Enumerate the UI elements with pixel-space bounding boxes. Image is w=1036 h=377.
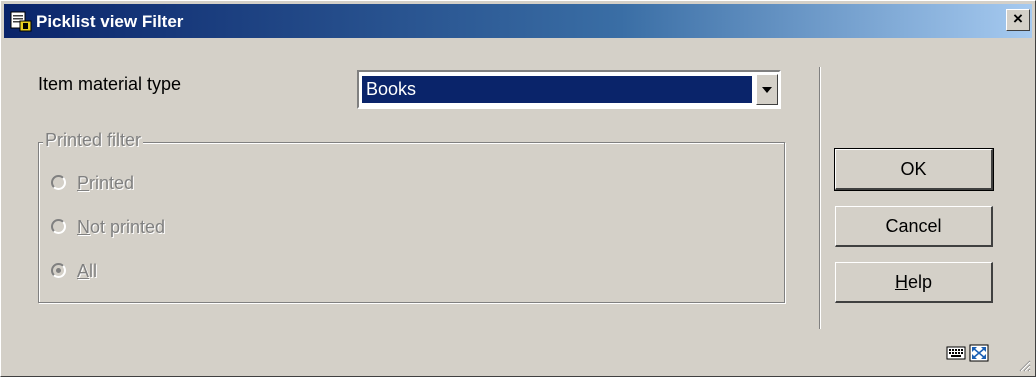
printed-filter-legend: Printed filter	[43, 130, 144, 151]
ok-button[interactable]: OK	[834, 148, 994, 191]
dialog-window: Picklist view Filter × Item material typ…	[0, 0, 1036, 377]
help-button[interactable]: Help	[835, 262, 993, 303]
title-bar[interactable]: Picklist view Filter ×	[4, 4, 1032, 38]
item-material-type-value: Books	[361, 75, 753, 104]
radio-button-not-printed[interactable]	[51, 219, 66, 234]
close-button[interactable]: ×	[1006, 9, 1030, 31]
item-material-type-label: Item material type	[38, 74, 182, 94]
keyboard-icon[interactable]	[946, 344, 966, 362]
picklist-app-icon	[10, 11, 32, 32]
vertical-separator	[819, 67, 821, 329]
resize-grip-icon[interactable]	[1017, 358, 1031, 372]
radio-button-printed[interactable]	[51, 175, 66, 190]
radio-label-all: All	[77, 261, 98, 281]
cancel-button[interactable]: Cancel	[835, 206, 993, 247]
item-material-type-select[interactable]: Books	[357, 70, 781, 109]
window-title: Picklist view Filter	[36, 12, 184, 31]
maximize-icon[interactable]	[969, 344, 989, 362]
radio-label-not-printed: Not printed	[77, 217, 166, 237]
radio-button-all[interactable]	[51, 263, 66, 278]
radio-label-printed: Printed	[77, 173, 135, 193]
dropdown-arrow-icon[interactable]	[756, 74, 778, 105]
